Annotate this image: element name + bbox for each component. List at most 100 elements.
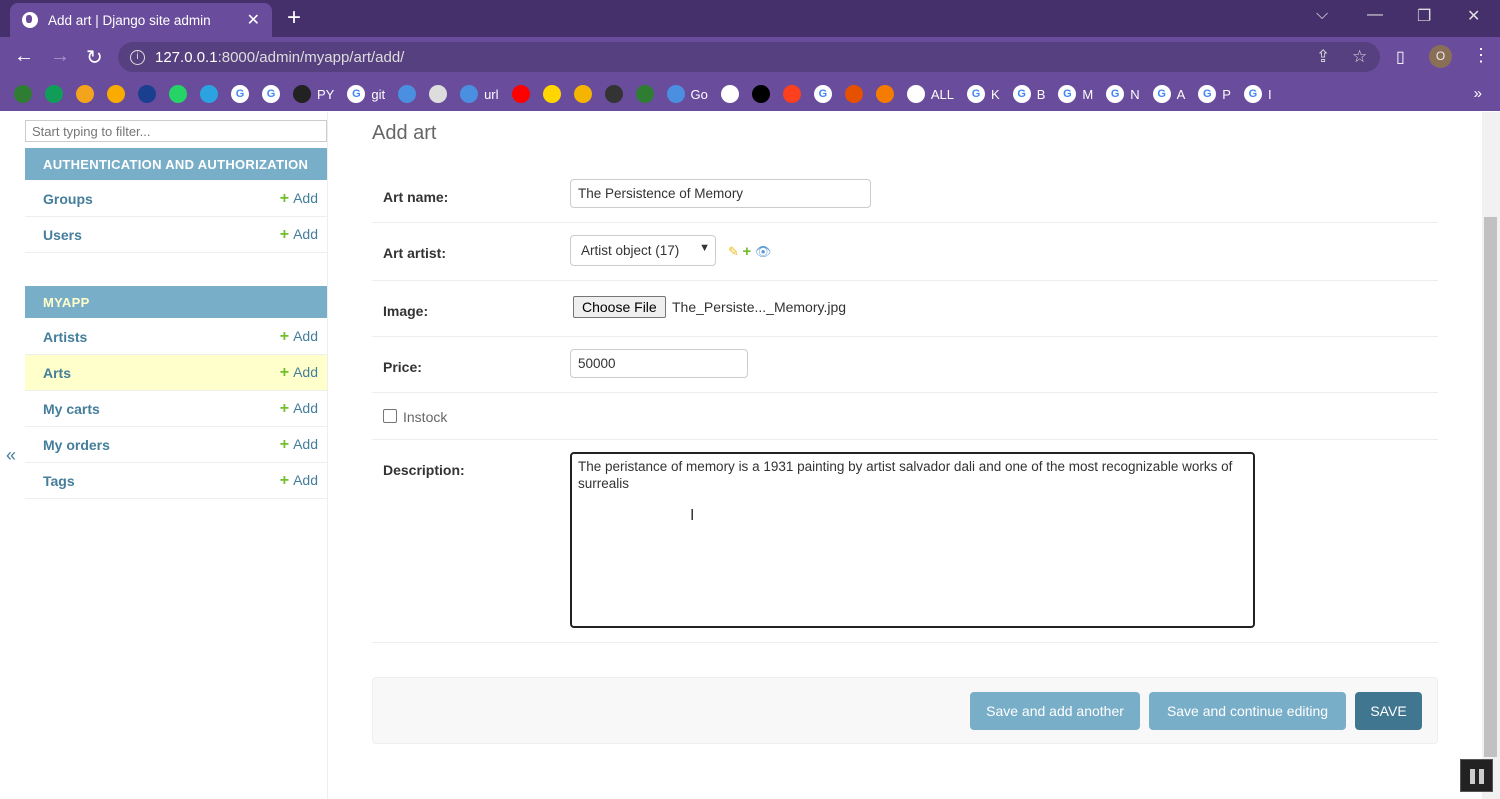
bookmark-item[interactable] — [200, 85, 218, 103]
model-link[interactable]: Tags — [43, 473, 75, 489]
bookmark-item[interactable]: G — [813, 85, 832, 103]
bookmark-icon — [14, 85, 32, 103]
bookmark-item[interactable]: GB — [1012, 85, 1045, 103]
google-icon: G — [347, 85, 366, 103]
back-icon[interactable]: ← — [14, 45, 34, 68]
bookmark-item[interactable]: GN — [1106, 85, 1140, 103]
page-scrollbar[interactable] — [1482, 112, 1500, 799]
info-icon[interactable]: i — [130, 49, 145, 65]
model-link[interactable]: My orders — [43, 437, 110, 453]
reload-icon[interactable]: ↻ — [86, 45, 103, 70]
add-link[interactable]: + Add — [280, 436, 318, 454]
bookmark-item[interactable]: G — [262, 85, 280, 103]
minimize-icon[interactable]: — — [1367, 6, 1383, 24]
close-window-icon[interactable]: ✕ — [1467, 6, 1480, 26]
side-panel-icon[interactable]: ▯ — [1396, 47, 1405, 67]
bookmark-item[interactable] — [751, 85, 770, 103]
sidebar-item-my-carts: My carts + Add — [25, 391, 327, 427]
bookmark-item[interactable] — [573, 85, 592, 103]
bookmark-item[interactable] — [169, 85, 187, 103]
bookmark-item[interactable] — [844, 85, 863, 103]
more-bookmarks-icon[interactable]: » — [1474, 85, 1482, 102]
bookmark-item[interactable] — [429, 85, 448, 103]
google-icon: G — [1198, 85, 1217, 103]
add-link[interactable]: + Add — [280, 400, 318, 418]
field-price: Price: 50000 — [372, 337, 1438, 393]
bookmark-item[interactable] — [720, 85, 739, 103]
bookmark-item[interactable]: GK — [967, 85, 1000, 103]
star-icon[interactable]: ☆ — [1352, 47, 1367, 67]
bookmark-label: A — [1176, 86, 1186, 102]
save-and-add-another-button[interactable]: Save and add another — [970, 692, 1140, 730]
bookmark-item[interactable] — [107, 85, 125, 103]
bookmark-item[interactable] — [76, 85, 94, 103]
tab-search-icon[interactable]: ⌵ — [1316, 6, 1328, 24]
bookmark-item[interactable]: GM — [1058, 85, 1093, 103]
art-artist-select[interactable]: Artist object (17) ▼ — [570, 235, 716, 266]
bookmark-item[interactable]: ALL — [906, 85, 954, 103]
bookmark-item[interactable]: Go — [666, 85, 708, 103]
model-link[interactable]: Arts — [43, 365, 71, 381]
add-label: Add — [293, 399, 318, 416]
model-link[interactable]: Artists — [43, 329, 87, 345]
instock-label[interactable]: Instock — [403, 409, 447, 425]
choose-file-button[interactable]: Choose File — [573, 296, 666, 318]
bookmark-item[interactable] — [875, 85, 894, 103]
youtube-icon — [511, 85, 530, 103]
bookmark-item[interactable]: url — [460, 85, 499, 103]
bookmark-item[interactable]: GP — [1198, 85, 1231, 103]
bookmark-item[interactable]: GI — [1243, 85, 1272, 103]
bookmark-item[interactable] — [782, 85, 801, 103]
forward-icon[interactable]: → — [50, 45, 70, 68]
add-link[interactable]: + Add — [280, 472, 318, 490]
whatsapp-icon — [169, 85, 187, 103]
address-bar[interactable]: i 127.0.0.1:8000/admin/myapp/art/add/ ⇪ … — [118, 42, 1380, 72]
bookmark-item[interactable]: PY — [293, 85, 334, 103]
collapse-sidebar-button[interactable]: « — [6, 445, 16, 466]
add-link[interactable]: + Add — [280, 328, 318, 346]
save-and-continue-button[interactable]: Save and continue editing — [1149, 692, 1346, 730]
menu-icon[interactable]: ⋮ — [1472, 45, 1490, 66]
bookmark-item[interactable] — [604, 85, 623, 103]
bookmark-item[interactable] — [138, 85, 156, 103]
save-button[interactable]: SAVE — [1355, 692, 1422, 730]
pause-icon[interactable] — [1460, 759, 1493, 792]
close-tab-icon[interactable]: ✕ — [247, 10, 260, 30]
add-link[interactable]: + Add — [280, 364, 318, 382]
share-icon[interactable]: ⇪ — [1316, 47, 1330, 67]
model-link[interactable]: Groups — [43, 191, 93, 207]
restore-icon[interactable]: ❐ — [1417, 6, 1431, 26]
browser-tab[interactable]: Add art | Django site admin ✕ — [10, 3, 272, 37]
google-icon: G — [1243, 85, 1262, 103]
edit-pencil-icon[interactable]: ✎ — [728, 244, 739, 259]
bookmark-item[interactable]: Ggit — [347, 85, 385, 103]
bookmark-item[interactable] — [635, 85, 654, 103]
bookmark-label: Go — [690, 86, 708, 102]
description-label: Description: — [383, 462, 465, 478]
bookmark-item[interactable] — [511, 85, 530, 103]
view-eye-icon[interactable]: 👁 — [755, 244, 772, 259]
bookmark-item[interactable]: GA — [1152, 85, 1186, 103]
module-header-myapp[interactable]: MYAPP — [25, 286, 327, 318]
add-related-icon[interactable]: + — [743, 243, 752, 260]
bookmark-item[interactable] — [542, 85, 561, 103]
price-input[interactable]: 50000 — [570, 349, 748, 378]
instock-checkbox[interactable] — [383, 409, 397, 423]
sidebar-filter-input[interactable] — [25, 120, 327, 142]
model-link[interactable]: My carts — [43, 401, 100, 417]
add-link[interactable]: + Add — [280, 226, 318, 244]
admin-page: AUTHENTICATION AND AUTHORIZATION MYAPP G… — [0, 112, 1482, 799]
new-tab-icon[interactable]: + — [287, 4, 301, 32]
description-textarea[interactable]: The peristance of memory is a 1931 paint… — [570, 452, 1255, 628]
google-icon: G — [262, 85, 280, 103]
bookmark-item[interactable] — [398, 85, 417, 103]
scrollbar-thumb[interactable] — [1484, 217, 1497, 757]
bookmark-item[interactable] — [45, 85, 63, 103]
module-header-auth[interactable]: AUTHENTICATION AND AUTHORIZATION — [25, 148, 327, 180]
art-name-input[interactable]: The Persistence of Memory — [570, 179, 871, 208]
model-link[interactable]: Users — [43, 227, 82, 243]
bookmark-item[interactable] — [14, 85, 32, 103]
bookmark-item[interactable]: G — [231, 85, 249, 103]
add-link[interactable]: + Add — [280, 190, 318, 208]
profile-avatar[interactable]: O — [1429, 45, 1452, 68]
